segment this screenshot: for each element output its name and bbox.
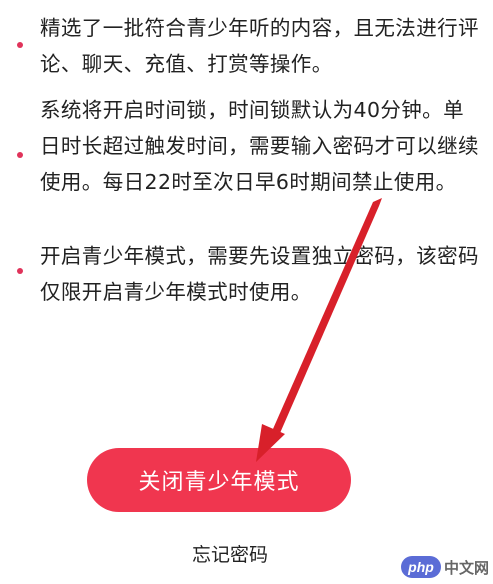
watermark-site-name: 中文网	[443, 558, 489, 577]
notice-text: 开启青少年模式，需要先设置独立密码，该密码仅限开启青少年模式时使用。	[40, 244, 479, 304]
notice-text: 系统将开启时间锁，时间锁默认为40分钟。单日时长超过触发时间，需要输入密码才可以…	[40, 98, 479, 194]
teen-mode-page: 精选了一批符合青少年听的内容，且无法进行评论、聊天、充值、打赏等操作。 系统将开…	[0, 0, 493, 584]
notice-text: 精选了一批符合青少年听的内容，且无法进行评论、聊天、充值、打赏等操作。	[40, 16, 479, 76]
forgot-password-link[interactable]: 忘记密码	[160, 540, 300, 567]
arrow-shaft	[269, 198, 382, 440]
site-watermark: php 中文网	[400, 554, 489, 580]
bullet-dot	[17, 268, 23, 274]
watermark-logo: php	[400, 556, 441, 578]
close-teen-mode-button[interactable]: 关闭青少年模式	[87, 448, 351, 512]
bullet-dot	[17, 42, 23, 48]
bullet-dot	[17, 152, 23, 158]
